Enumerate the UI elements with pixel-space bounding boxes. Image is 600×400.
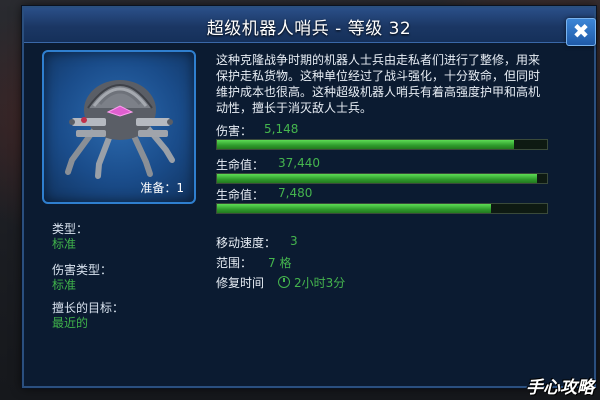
health-value: 37,440 [278,156,320,170]
watermark-logo: 手心攻略 [526,378,594,398]
repair-time-value: 2小时3分 [294,276,346,290]
damage-type-value: 标准 [52,278,77,292]
panel-title: 超级机器人哨兵 - 等级 32 [206,19,412,39]
health-label: 生命值： [216,158,265,172]
range-label: 范围： [216,256,253,270]
ready-count: 准备：1 [140,181,184,195]
range-value: 7 格 [268,256,292,270]
move-speed-value: 3 [290,234,298,248]
health-bar [216,173,548,184]
unit-description: 这种克隆战争时期的机器人士兵由走私者们进行了整修，用来保护走私货物。这种单位经过… [216,53,541,115]
damage-value: 5,148 [264,122,299,136]
health-bar-fill [217,174,538,183]
health-bar-2 [216,203,548,214]
move-speed-label: 移动速度： [216,236,277,250]
clock-icon [278,276,290,288]
close-button[interactable]: ✖ [566,18,596,46]
health-value-2: 7,480 [278,186,313,200]
damage-bar [216,139,548,150]
sentry-robot-image [65,80,175,179]
type-value: 标准 [52,237,77,251]
details-section: 这种克隆战争时期的机器人士兵由走私者们进行了整修，用来保护走私货物。这种单位经过… [206,48,550,384]
health-label-2: 生命值： [216,188,265,202]
health-bar-2-fill [217,204,491,213]
title-bar: 超级机器人哨兵 - 等级 32 [24,8,594,43]
unit-info-panel: 超级机器人哨兵 - 等级 32 准备：1 类型： 标准 伤害类型： 标准 擅长的… [22,6,596,388]
repair-time-label: 修复时间 [216,276,265,290]
unit-portrait: 准备：1 [42,50,196,204]
preferred-target-value: 最近的 [52,316,89,330]
damage-label: 伤害： [216,124,253,138]
damage-bar-fill [217,140,514,149]
